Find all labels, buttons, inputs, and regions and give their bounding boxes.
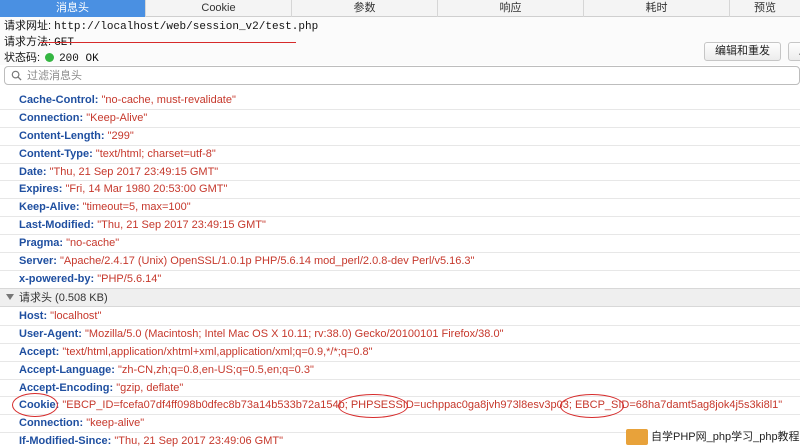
watermark-logo-icon bbox=[626, 429, 648, 445]
header-row[interactable]: Host: "localhost" bbox=[0, 308, 800, 326]
header-row[interactable]: Accept-Encoding: "gzip, deflate" bbox=[0, 380, 800, 398]
tab-cookie[interactable]: Cookie bbox=[146, 0, 292, 17]
ebcp-sid-annotation-circle bbox=[560, 394, 624, 418]
header-row[interactable]: Keep-Alive: "timeout=5, max=100" bbox=[0, 199, 800, 218]
header-row[interactable]: Server: "Apache/2.4.17 (Unix) OpenSSL/1.… bbox=[0, 253, 800, 271]
tab-response[interactable]: 响应 bbox=[438, 0, 584, 17]
raw-headers-button[interactable]: 原始头 bbox=[788, 42, 800, 61]
request-url-line: 请求网址: http://localhost/web/session_v2/te… bbox=[4, 18, 318, 34]
header-value: "text/html,application/xhtml+xml,applica… bbox=[62, 345, 373, 358]
phpsessid-annotation-circle bbox=[338, 394, 408, 418]
header-name: Accept: bbox=[19, 345, 60, 358]
request-summary: 请求网址: http://localhost/web/session_v2/te… bbox=[0, 17, 800, 65]
status-code: 200 OK bbox=[59, 53, 99, 65]
header-name: Expires: bbox=[19, 183, 63, 196]
header-value: "Thu, 21 Sep 2017 23:49:15 GMT" bbox=[97, 219, 266, 232]
header-name: Content-Length: bbox=[19, 129, 105, 142]
header-value: "zh-CN,zh;q=0.8,en-US;q=0.5,en;q=0.3" bbox=[118, 363, 314, 376]
header-value: "keep-alive" bbox=[86, 417, 145, 430]
header-value: "Apache/2.4.17 (Unix) OpenSSL/1.0.1p PHP… bbox=[59, 255, 475, 268]
header-row[interactable]: Cache-Control: "no-cache, must-revalidat… bbox=[0, 92, 800, 110]
disclosure-triangle-icon bbox=[6, 294, 14, 300]
header-value: "Mozilla/5.0 (Macintosh; Intel Mac OS X … bbox=[85, 327, 504, 340]
tab-params[interactable]: 参数 bbox=[292, 0, 438, 17]
header-value: "299" bbox=[107, 129, 134, 142]
tab-preview[interactable]: 预览 bbox=[730, 0, 800, 17]
header-value: "text/html; charset=utf-8" bbox=[95, 147, 216, 160]
header-name: Date: bbox=[19, 165, 47, 178]
status-label: 状态码: bbox=[4, 52, 41, 64]
watermark: 自学PHP网_php学习_php教程 bbox=[626, 426, 800, 448]
header-name: Server: bbox=[19, 255, 57, 268]
header-value: "Thu, 21 Sep 2017 23:49:06 GMT" bbox=[114, 435, 283, 448]
header-row[interactable]: Accept: "text/html,application/xhtml+xml… bbox=[0, 344, 800, 362]
tab-headers[interactable]: 消息头 bbox=[0, 0, 146, 17]
filter-box bbox=[4, 66, 800, 85]
header-row[interactable]: Last-Modified: "Thu, 21 Sep 2017 23:49:1… bbox=[0, 217, 800, 236]
header-row[interactable]: x-powered-by: "PHP/5.6.14" bbox=[0, 271, 800, 289]
header-name: Pragma: bbox=[19, 237, 64, 250]
header-name: x-powered-by: bbox=[19, 272, 95, 285]
tab-timings[interactable]: 耗时 bbox=[584, 0, 730, 17]
header-row[interactable]: Content-Length: "299" bbox=[0, 128, 800, 146]
watermark-text: 自学PHP网_php学习_php教程 bbox=[651, 431, 800, 443]
header-value: "Thu, 21 Sep 2017 23:49:15 GMT" bbox=[49, 165, 219, 178]
header-value: "no-cache, must-revalidate" bbox=[101, 94, 236, 106]
header-name: Keep-Alive: bbox=[19, 201, 80, 214]
url-annotation-underline bbox=[40, 42, 296, 43]
header-value: "Keep-Alive" bbox=[86, 111, 148, 124]
header-value: "Fri, 14 Mar 1980 20:53:00 GMT" bbox=[65, 183, 228, 196]
header-row[interactable]: Accept-Language: "zh-CN,zh;q=0.8,en-US;q… bbox=[0, 362, 800, 380]
edit-resend-button[interactable]: 编辑和重发 bbox=[704, 42, 781, 61]
header-name: Host: bbox=[19, 310, 48, 322]
header-value: "timeout=5, max=100" bbox=[82, 201, 191, 214]
header-name: Accept-Encoding: bbox=[19, 381, 114, 394]
request-url-label: 请求网址: bbox=[4, 20, 52, 32]
filter-input[interactable] bbox=[27, 68, 787, 83]
header-row[interactable]: Connection: "Keep-Alive" bbox=[0, 110, 800, 128]
header-name: Accept-Language: bbox=[19, 363, 115, 376]
header-value: "PHP/5.6.14" bbox=[97, 272, 162, 285]
status-dot-icon bbox=[45, 53, 55, 62]
request-url[interactable]: http://localhost/web/session_v2/test.php bbox=[54, 21, 318, 33]
status-line: 状态码: 200 OK bbox=[4, 50, 99, 66]
tab-bar: 消息头 Cookie 参数 响应 耗时 预览 bbox=[0, 0, 800, 17]
header-row[interactable]: Date: "Thu, 21 Sep 2017 23:49:15 GMT" bbox=[0, 164, 800, 182]
header-value: "no-cache" bbox=[66, 237, 120, 250]
header-name: If-Modified-Since: bbox=[19, 435, 112, 448]
header-row[interactable]: Pragma: "no-cache" bbox=[0, 235, 800, 254]
header-value: "gzip, deflate" bbox=[116, 381, 184, 394]
header-row[interactable]: User-Agent: "Mozilla/5.0 (Macintosh; Int… bbox=[0, 326, 800, 344]
cookie-annotation-circle bbox=[12, 393, 58, 417]
header-name: Connection: bbox=[19, 111, 84, 124]
header-row[interactable]: Expires: "Fri, 14 Mar 1980 20:53:00 GMT" bbox=[0, 181, 800, 200]
header-value: "localhost" bbox=[50, 310, 102, 322]
header-name: Content-Type: bbox=[19, 147, 93, 160]
request-headers-section-title: 请求头 (0.508 KB) bbox=[19, 292, 108, 304]
response-headers-list: Cache-Control: "no-cache, must-revalidat… bbox=[0, 92, 800, 289]
request-method: GET bbox=[54, 37, 74, 49]
header-name: User-Agent: bbox=[19, 327, 82, 340]
header-name: Cache-Control: bbox=[19, 94, 99, 106]
search-icon bbox=[11, 70, 22, 81]
request-headers-section-toggle[interactable]: 请求头 (0.508 KB) bbox=[0, 288, 800, 307]
header-name: Last-Modified: bbox=[19, 219, 95, 232]
header-row[interactable]: Content-Type: "text/html; charset=utf-8" bbox=[0, 146, 800, 164]
header-value: "EBCP_ID=fcefa07df4ff098b0dfec8b73a14b53… bbox=[62, 399, 783, 412]
header-name: Connection: bbox=[19, 417, 84, 430]
